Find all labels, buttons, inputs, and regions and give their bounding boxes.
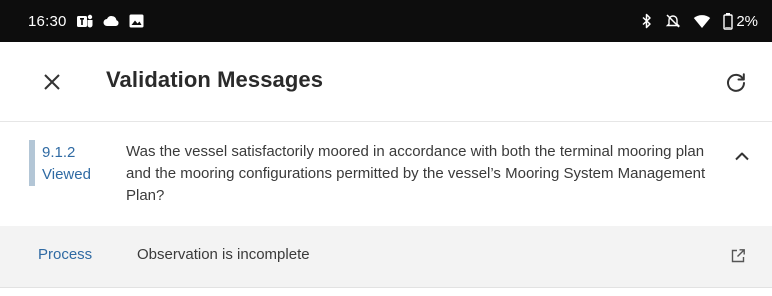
status-right: 2% [641,0,758,42]
question-text: Was the vessel satisfactorily moored in … [126,143,706,204]
open-external-icon [731,249,745,263]
question-status: Viewed [42,166,91,183]
question-row[interactable]: 9.1.2 Viewed Was the vessel satisfactori… [0,122,772,226]
message-text: Observation is incomplete [137,246,310,263]
wifi-icon [693,14,711,29]
battery-percentage: 2% [736,12,758,30]
app-bar: Validation Messages [0,42,772,122]
cloud-icon [103,14,120,28]
refresh-button[interactable] [718,64,754,100]
teams-icon [76,13,94,29]
chevron-up-icon [735,152,749,161]
image-icon [129,14,144,28]
status-time: 16:30 [28,12,67,30]
close-icon [44,74,60,90]
message-category: Process [38,246,93,263]
question-marker [29,140,35,186]
mute-icon [665,13,681,29]
refresh-icon [727,73,745,92]
status-bar: 16:30 2% [0,0,772,42]
validation-message-row[interactable]: Process Observation is incomplete [0,226,772,288]
status-left: 16:30 [0,13,144,30]
question-number: 9.1.2 [42,144,76,161]
page-title: Validation Messages [106,67,324,92]
bluetooth-icon [641,13,653,29]
battery-icon [723,12,734,30]
open-message-button[interactable] [726,244,750,268]
collapse-button[interactable] [728,144,756,168]
question-ref: 9.1.2 Viewed [42,142,91,186]
close-button[interactable] [36,66,68,98]
